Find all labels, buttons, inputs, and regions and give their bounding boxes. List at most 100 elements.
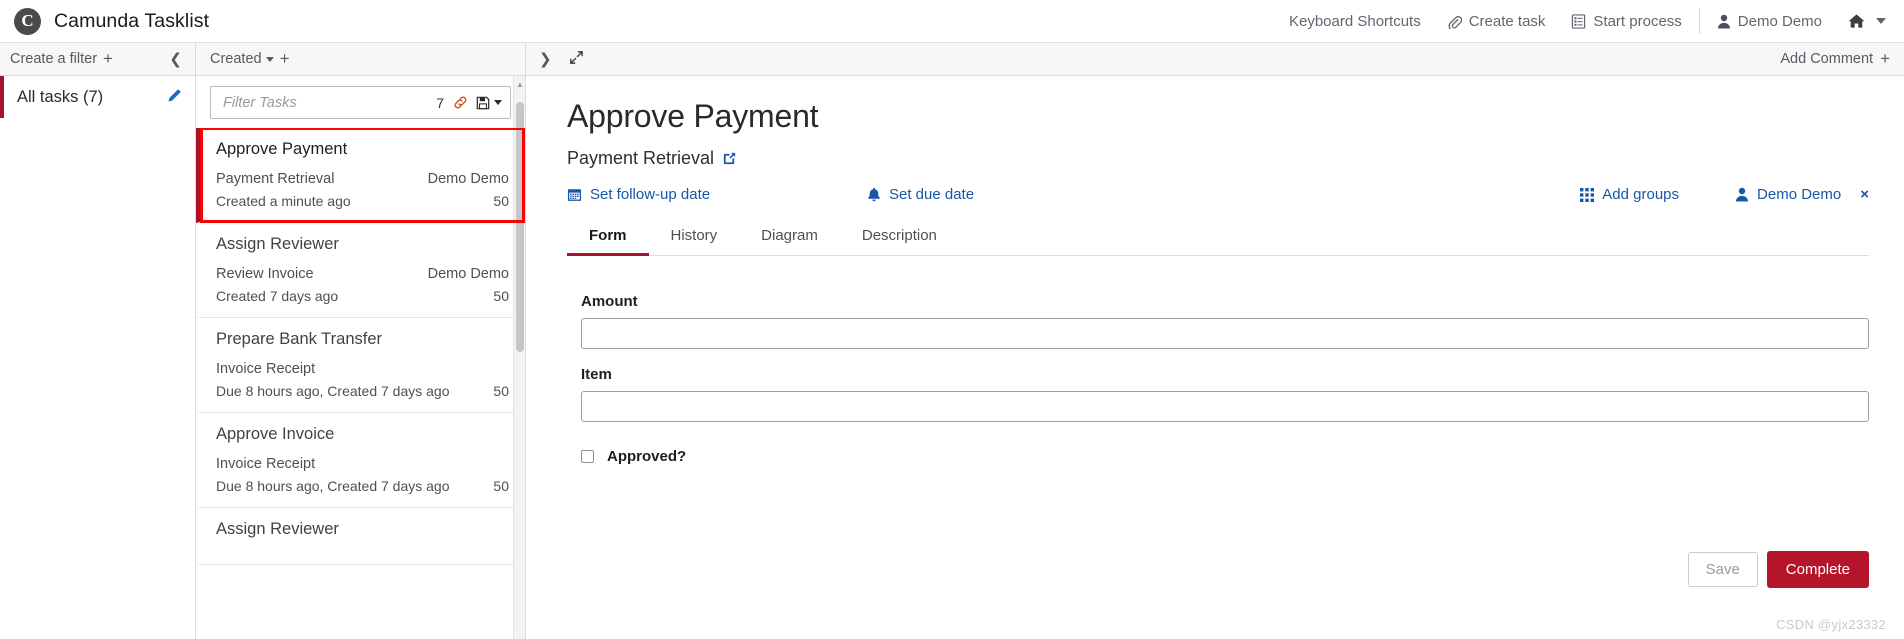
floppy-disk-icon[interactable] xyxy=(476,96,502,110)
form-field: Item xyxy=(581,366,1869,422)
nav-label-user: Demo Demo xyxy=(1737,12,1822,30)
form-field-label: Amount xyxy=(581,293,638,310)
chevron-right-icon[interactable]: ❯ xyxy=(536,50,555,68)
bell-icon xyxy=(867,187,881,202)
task-card-priority: 50 xyxy=(493,288,509,304)
tasklist-scrollbar[interactable]: ▲ xyxy=(513,76,525,639)
task-detail-tabs: Form History Diagram Description xyxy=(567,217,1869,256)
chevron-down-icon xyxy=(265,56,274,62)
nav-home-menu[interactable] xyxy=(1835,0,1886,43)
task-card-process-row: Invoice Receipt xyxy=(216,361,509,377)
task-process-name-row: Payment Retrieval xyxy=(567,148,1869,169)
set-followup-date-label: Set follow-up date xyxy=(590,186,711,203)
filter-tasks-search-wrap: 7 xyxy=(196,76,525,128)
filter-item-label: All tasks (7) xyxy=(17,87,104,106)
remove-assignee-icon[interactable]: × xyxy=(1860,186,1869,203)
filter-item-all-tasks[interactable]: All tasks (7) xyxy=(0,76,195,118)
task-action-bar: Set follow-up date Set due date Add grou… xyxy=(567,186,1869,203)
calendar-icon xyxy=(567,187,582,202)
add-groups-label: Add groups xyxy=(1602,186,1680,203)
task-card[interactable]: Assign Reviewer xyxy=(196,508,525,565)
task-card-meta-row: Created 7 days ago 50 xyxy=(216,288,509,304)
add-comment-label: Add Comment xyxy=(1780,51,1874,67)
tab-diagram[interactable]: Diagram xyxy=(739,217,840,256)
home-icon xyxy=(1848,13,1865,29)
paperclip-icon xyxy=(1447,14,1462,29)
tasklist-panel-header: Created + xyxy=(196,43,525,76)
chevron-left-icon[interactable]: ❮ xyxy=(166,50,185,68)
task-form: Amount Item Approved? xyxy=(567,256,1869,465)
approved-checkbox-row[interactable]: Approved? xyxy=(581,448,1869,465)
complete-button[interactable]: Complete xyxy=(1766,551,1869,588)
set-due-date-label: Set due date xyxy=(889,186,975,203)
set-due-date-button[interactable]: Set due date xyxy=(867,186,1580,203)
add-comment-button[interactable]: Add Comment + xyxy=(1780,49,1890,69)
watermark: CSDN @yjx23332 xyxy=(1776,617,1886,632)
app-title: Camunda Tasklist xyxy=(54,9,210,32)
nav-user-menu[interactable]: Demo Demo xyxy=(1704,0,1835,43)
approved-checkbox-label: Approved? xyxy=(607,448,687,465)
search-input[interactable] xyxy=(221,93,437,112)
task-card-process-row: Review Invoice Demo Demo xyxy=(216,266,509,282)
task-detail-panel: ❯ Add Comment + Approve Payment Payment … xyxy=(526,43,1904,639)
task-card[interactable]: Approve Payment Payment Retrieval Demo Dem… xyxy=(196,128,525,223)
nav-start-process[interactable]: Start process xyxy=(1558,0,1694,43)
task-card-assignee: Demo Demo xyxy=(427,171,509,187)
header-divider xyxy=(1698,8,1700,34)
task-card-process: Payment Retrieval xyxy=(216,171,335,187)
chevron-down-icon xyxy=(494,100,502,105)
task-card-meta-row: Due 8 hours ago, Created 7 days ago 50 xyxy=(216,383,509,399)
form-field-input[interactable] xyxy=(581,318,1869,349)
task-detail-title: Approve Payment xyxy=(567,98,819,134)
filter-tasks-search-box[interactable]: 7 xyxy=(210,86,511,119)
task-cards-container: Approve Payment Payment Retrieval Demo Dem… xyxy=(196,128,525,565)
task-card-time: Created a minute ago xyxy=(216,193,351,209)
task-card-process-row: Invoice Receipt xyxy=(216,456,509,472)
create-filter-label[interactable]: Create a filter xyxy=(10,51,97,67)
sort-selector[interactable]: Created xyxy=(210,51,274,67)
nav-create-task[interactable]: Create task xyxy=(1434,0,1559,43)
nav-label-keyboard-shortcuts: Keyboard Shortcuts xyxy=(1288,12,1421,30)
search-result-count: 7 xyxy=(436,94,444,111)
approved-checkbox[interactable] xyxy=(581,450,594,463)
task-card[interactable]: Assign Reviewer Review Invoice Demo Demo Cr… xyxy=(196,223,525,318)
tab-description[interactable]: Description xyxy=(840,217,959,256)
expand-arrows-icon[interactable] xyxy=(569,50,584,68)
add-groups-button[interactable]: Add groups xyxy=(1580,186,1679,203)
camunda-logo-icon: C xyxy=(14,7,41,35)
tab-form[interactable]: Form xyxy=(567,217,649,256)
form-field-label: Item xyxy=(581,366,612,383)
task-card[interactable]: Approve Invoice Invoice Receipt Due 8 hour… xyxy=(196,413,525,508)
task-card-title: Assign Reviewer xyxy=(216,235,339,253)
user-icon xyxy=(1717,14,1731,29)
task-assignee[interactable]: Demo Demo × xyxy=(1735,186,1869,203)
chevron-down-icon xyxy=(1876,18,1886,24)
task-card-process: Invoice Receipt xyxy=(216,361,316,377)
form-field-input[interactable] xyxy=(581,391,1869,422)
chain-link-icon[interactable] xyxy=(453,95,468,110)
create-filter-plus-icon[interactable]: + xyxy=(103,49,113,69)
app-body: Create a filter + ❮ All tasks (7) Create… xyxy=(0,43,1904,639)
set-followup-date-button[interactable]: Set follow-up date xyxy=(567,186,867,203)
nav-label-start-process: Start process xyxy=(1593,12,1682,30)
pencil-icon[interactable] xyxy=(167,88,182,106)
app-header: C Camunda Tasklist Keyboard Shortcuts Cr… xyxy=(0,0,1904,43)
task-card-title: Prepare Bank Transfer xyxy=(216,330,382,348)
task-card[interactable]: Prepare Bank Transfer Invoice Receipt Due … xyxy=(196,318,525,413)
task-card-title: Approve Invoice xyxy=(216,425,335,443)
task-cards-scroll-area[interactable]: Approve Payment Payment Retrieval Demo Dem… xyxy=(196,128,525,639)
save-button[interactable]: Save xyxy=(1687,552,1758,587)
list-document-icon xyxy=(1571,13,1586,29)
task-card-meta-row: Created a minute ago 50 xyxy=(216,193,509,209)
task-card-meta-row: Due 8 hours ago, Created 7 days ago 50 xyxy=(216,478,509,494)
tasklist-scrollbar-thumb[interactable] xyxy=(516,102,524,352)
add-sort-plus-icon[interactable]: + xyxy=(280,49,290,69)
task-card-time: Due 8 hours ago, Created 7 days ago xyxy=(216,383,450,399)
tab-history[interactable]: History xyxy=(649,217,740,256)
user-icon xyxy=(1735,187,1749,202)
task-card-title: Approve Payment xyxy=(216,140,348,158)
scroll-up-arrow-icon[interactable]: ▲ xyxy=(516,80,524,89)
nav-keyboard-shortcuts[interactable]: Keyboard Shortcuts xyxy=(1276,0,1434,43)
task-detail-header: ❯ Add Comment + xyxy=(526,43,1904,76)
external-link-icon[interactable] xyxy=(722,151,737,166)
